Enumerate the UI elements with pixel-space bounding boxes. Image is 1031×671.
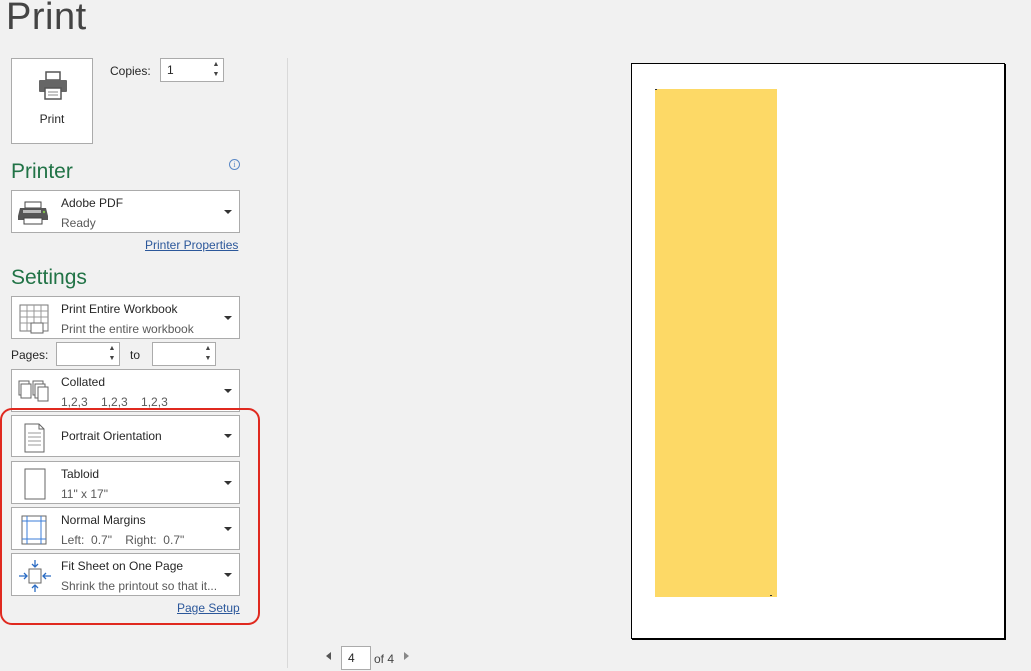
chevron-down-icon xyxy=(224,526,232,531)
pages-to-label: to xyxy=(130,348,141,362)
print-what-dropdown[interactable]: Print Entire Workbook Print the entire w… xyxy=(11,296,240,339)
printer-icon xyxy=(39,71,67,100)
chevron-down-icon xyxy=(224,315,232,320)
collation-title: Collated xyxy=(61,375,106,389)
print-button-label: Print xyxy=(39,112,65,126)
page-title: Print xyxy=(6,0,87,38)
chevron-down-icon[interactable]: ▼ xyxy=(211,70,221,80)
current-page-input[interactable]: 4 xyxy=(341,646,371,670)
settings-section-title: Settings xyxy=(11,266,87,289)
chevron-down-icon xyxy=(224,434,232,438)
print-preview-page xyxy=(631,63,1005,639)
paper-size-icon xyxy=(24,468,46,500)
collated-pages-icon xyxy=(18,380,49,402)
fit-sheet-icon xyxy=(19,560,51,592)
printer-name: Adobe PDF xyxy=(61,196,124,210)
pages-from-input[interactable]: ▲ ▼ xyxy=(56,342,120,366)
previous-page-icon[interactable] xyxy=(326,652,331,660)
printer-device-icon xyxy=(18,201,48,225)
paper-size-subtitle: 11" x 17" xyxy=(61,487,108,501)
orientation-title: Portrait Orientation xyxy=(61,429,162,443)
pages-label: Pages: xyxy=(11,348,49,362)
paper-size-dropdown[interactable]: Tabloid 11" x 17" xyxy=(11,461,240,504)
print-button[interactable]: Print xyxy=(11,58,93,144)
print-what-subtitle: Print the entire workbook xyxy=(61,322,194,336)
copies-value[interactable]: 1 xyxy=(167,63,174,77)
page-setup-link[interactable]: Page Setup xyxy=(177,601,240,615)
preview-marker xyxy=(655,89,657,90)
margins-icon xyxy=(21,515,47,545)
info-icon[interactable]: i xyxy=(229,159,240,170)
divider xyxy=(287,58,288,668)
printer-section-title: Printer xyxy=(11,160,73,183)
chevron-up-icon[interactable]: ▲ xyxy=(107,344,117,354)
workbook-grid-icon xyxy=(19,304,49,334)
print-what-title: Print Entire Workbook xyxy=(61,302,178,316)
page-count-label: of 4 xyxy=(374,652,395,666)
scaling-subtitle: Shrink the printout so that it... xyxy=(61,579,218,593)
printer-status: Ready xyxy=(61,216,96,230)
chevron-down-icon xyxy=(224,572,232,577)
printer-dropdown[interactable]: Adobe PDF Ready xyxy=(11,190,240,233)
preview-yellow-block xyxy=(655,89,777,597)
preview-marker xyxy=(770,595,772,596)
chevron-down-icon xyxy=(224,388,232,393)
chevron-down-icon xyxy=(224,480,232,485)
orientation-dropdown[interactable]: Portrait Orientation xyxy=(11,415,240,457)
margins-title: Normal Margins xyxy=(61,513,146,527)
copies-stepper[interactable]: 1 ▲ ▼ xyxy=(160,58,224,82)
chevron-down-icon xyxy=(224,209,232,214)
next-page-icon[interactable] xyxy=(404,652,409,660)
collation-dropdown[interactable]: Collated 1,2,3 1,2,3 1,2,3 xyxy=(11,369,240,412)
portrait-page-icon xyxy=(24,423,45,453)
scaling-dropdown[interactable]: Fit Sheet on One Page Shrink the printou… xyxy=(11,553,240,596)
printer-properties-link[interactable]: Printer Properties xyxy=(145,238,238,252)
chevron-down-icon[interactable]: ▼ xyxy=(107,354,117,364)
pages-to-input[interactable]: ▲ ▼ xyxy=(152,342,216,366)
scaling-title: Fit Sheet on One Page xyxy=(61,559,184,573)
margins-dropdown[interactable]: Normal Margins Left: 0.7" Right: 0.7" xyxy=(11,507,240,550)
chevron-up-icon[interactable]: ▲ xyxy=(203,344,213,354)
chevron-up-icon[interactable]: ▲ xyxy=(211,60,221,70)
paper-size-title: Tabloid xyxy=(61,467,100,481)
margins-subtitle: Left: 0.7" Right: 0.7" xyxy=(61,533,185,547)
collation-subtitle: 1,2,3 1,2,3 1,2,3 xyxy=(61,395,168,409)
copies-label: Copies: xyxy=(110,64,151,78)
chevron-down-icon[interactable]: ▼ xyxy=(203,354,213,364)
